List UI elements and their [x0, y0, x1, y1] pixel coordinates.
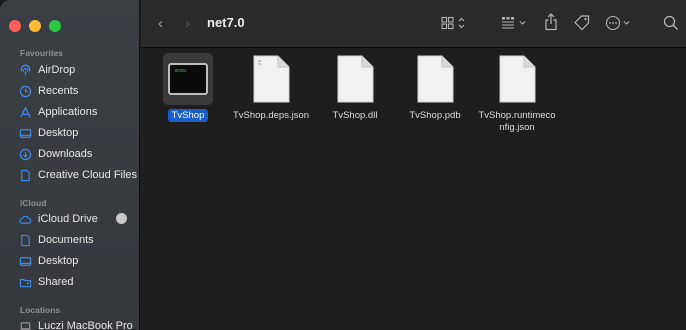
finder-window: Favourites AirDrop Recents Applications … — [0, 0, 686, 330]
file-name: TvShop.runtimeco nfig.json — [478, 110, 556, 133]
file-grid: exec TvShop TvShop.deps.json TvShop.dll … — [141, 49, 686, 330]
view-grid-icon[interactable] — [441, 16, 467, 30]
file-item-deps-json[interactable]: TvShop.deps.json — [226, 54, 316, 122]
sidebar-item-label: Desktop — [38, 255, 79, 267]
applications-icon — [18, 105, 32, 119]
sidebar-item-documents[interactable]: Documents — [18, 231, 94, 249]
sidebar-item-macbook[interactable]: Luczi MacBook Pro — [18, 317, 133, 330]
sidebar-item-desktop[interactable]: Desktop — [18, 124, 78, 142]
group-by-icon[interactable] — [501, 16, 529, 30]
window-controls — [9, 20, 61, 32]
document-icon — [18, 168, 32, 182]
sidebar-item-label: Applications — [38, 106, 98, 118]
desktop-icon — [18, 126, 32, 140]
folder-title: net7.0 — [207, 15, 245, 30]
sidebar-item-label: iCloud Drive — [38, 213, 98, 225]
back-button[interactable]: ‹ — [158, 15, 163, 32]
sidebar-item-label: Desktop — [38, 127, 79, 139]
file-item-tvshop[interactable]: exec TvShop — [143, 53, 233, 122]
document-icon — [18, 233, 32, 247]
more-actions-icon[interactable] — [605, 15, 633, 31]
sidebar-item-label: Documents — [38, 234, 94, 246]
sidebar-item-downloads[interactable]: Downloads — [18, 145, 92, 163]
sidebar-item-recents[interactable]: Recents — [18, 82, 78, 100]
sidebar-item-label: Downloads — [38, 148, 93, 160]
sidebar-item-applications[interactable]: Applications — [18, 103, 97, 121]
laptop-icon — [18, 319, 32, 330]
document-icon — [492, 54, 542, 104]
file-item-pdb[interactable]: TvShop.pdb — [390, 54, 480, 122]
sidebar-item-label: Luczi MacBook Pro — [38, 320, 133, 330]
sidebar-item-icloud-desktop[interactable]: Desktop — [18, 252, 78, 270]
file-item-runtimeconfig-json[interactable]: TvShop.runtimeco nfig.json — [472, 54, 562, 134]
clock-icon — [18, 84, 32, 98]
file-name: TvShop.dll — [332, 110, 378, 121]
document-icon — [246, 54, 296, 104]
sidebar-item-icloud-drive[interactable]: iCloud Drive — [18, 210, 98, 228]
search-icon[interactable] — [663, 15, 679, 31]
forward-button[interactable]: › — [185, 15, 190, 32]
exec-file-icon: exec — [163, 53, 213, 105]
toolbar: ‹ › net7.0 — [141, 0, 686, 48]
close-window-button[interactable] — [9, 20, 21, 32]
section-locations: Locations — [20, 305, 61, 315]
sidebar-item-label: Recents — [38, 85, 79, 97]
document-icon — [410, 54, 460, 104]
download-icon — [18, 147, 32, 161]
minimize-window-button[interactable] — [29, 20, 41, 32]
sidebar-item-shared[interactable]: Shared — [18, 273, 73, 291]
airdrop-icon — [18, 63, 32, 77]
sidebar-item-airdrop[interactable]: AirDrop — [18, 61, 75, 79]
sidebar-item-label: AirDrop — [38, 64, 76, 76]
share-icon[interactable] — [544, 13, 558, 31]
shared-folder-icon — [18, 275, 32, 289]
file-name: TvShop — [167, 109, 209, 122]
desktop-icon — [18, 254, 32, 268]
icloud-status-icon — [116, 213, 127, 224]
sidebar: Favourites AirDrop Recents Applications … — [0, 0, 140, 330]
zoom-window-button[interactable] — [49, 20, 61, 32]
document-icon — [330, 54, 380, 104]
section-favourites: Favourites — [20, 48, 63, 58]
cloud-icon — [18, 212, 32, 226]
file-name: TvShop.deps.json — [232, 110, 310, 121]
file-item-dll[interactable]: TvShop.dll — [310, 54, 400, 122]
tag-icon[interactable] — [573, 14, 591, 31]
sidebar-item-creative-cloud-files[interactable]: Creative Cloud Files — [18, 166, 137, 184]
section-icloud: iCloud — [20, 198, 47, 208]
file-name: TvShop.pdb — [409, 110, 461, 121]
sidebar-item-label: Creative Cloud Files — [38, 169, 138, 181]
sidebar-item-label: Shared — [38, 276, 74, 288]
